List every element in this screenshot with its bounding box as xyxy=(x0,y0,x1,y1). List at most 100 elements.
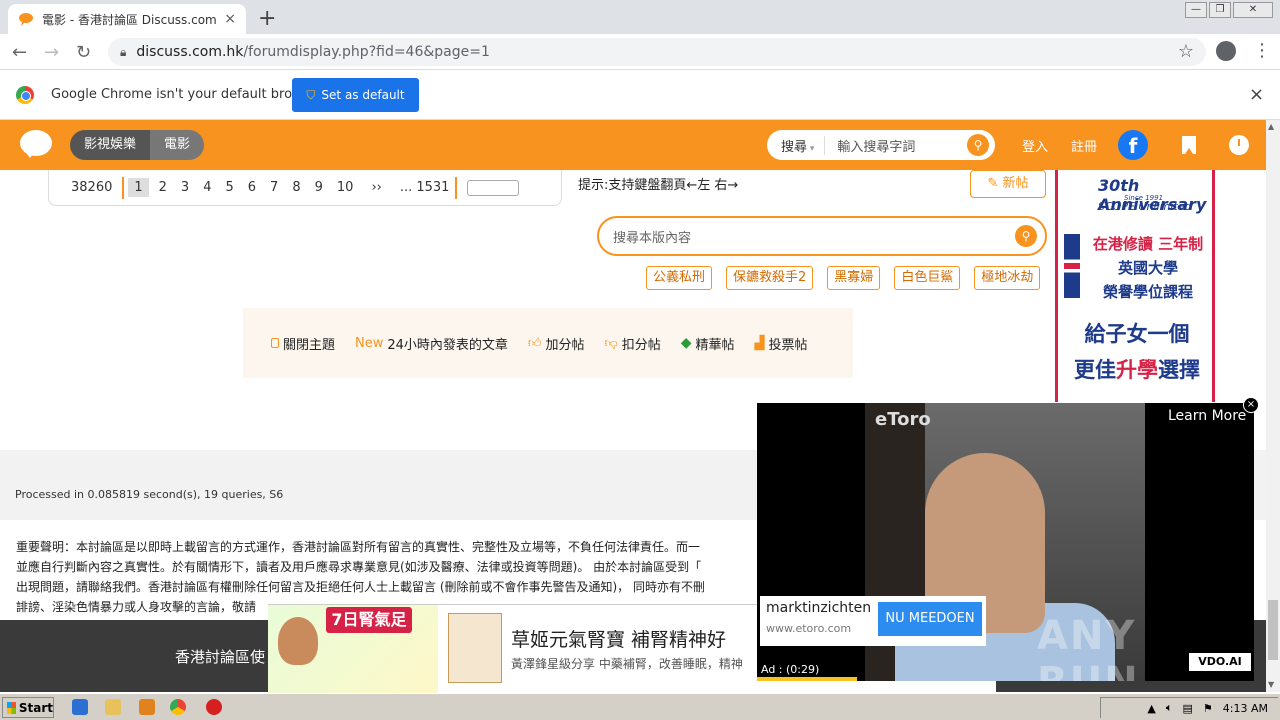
disclaimer-line: 重要聲明：本討論區是以即時上載留言的方式運作，香港討論區對所有留言的真實性、完整… xyxy=(16,540,701,554)
ad-text: 升學 xyxy=(1116,358,1158,382)
ad-text: 更佳 xyxy=(1074,358,1116,382)
security-app-icon[interactable] xyxy=(206,699,222,715)
forward-icon[interactable]: → xyxy=(44,42,59,63)
address-bar[interactable]: 🔒︎ discuss.com.hk/forumdisplay.php?fid=4… xyxy=(108,38,1206,66)
tag-link[interactable]: 極地冰劫 xyxy=(974,266,1041,290)
filter-plus[interactable]: 👍︎ 加分帖 xyxy=(528,334,585,353)
thumbs-down-icon: 👎︎ xyxy=(604,335,618,351)
page-link[interactable]: 3 xyxy=(181,180,189,195)
flag-icon[interactable]: ⚑ xyxy=(1203,702,1213,715)
video-close-icon[interactable]: × xyxy=(1243,397,1259,413)
ad-brand: SCOPE Unlimited xyxy=(1098,200,1192,213)
tab-close-icon[interactable]: × xyxy=(224,11,236,27)
page-scrollbar[interactable]: ▲ ▼ xyxy=(1266,120,1280,692)
disclaimer-line: 出現問題，請聯絡我們。香港討論區有權刪除任何留言及拒絕任何人士上載留言 (刪除前… xyxy=(16,580,705,594)
filter-digest[interactable]: ◆ 精華帖 xyxy=(681,334,735,353)
back-icon[interactable]: ← xyxy=(12,42,27,63)
thread-filter-bar: 關閉主題 New 24小時內發表的文章 👍︎ 加分帖 👎︎ 扣分帖 ◆ 精華帖 ▟ 投票帖 xyxy=(243,308,853,378)
chrome-taskbar-icon[interactable] xyxy=(170,699,186,715)
page-link[interactable]: 7 xyxy=(270,180,278,195)
browser-toolbar: ← → ↻ 🔒︎ discuss.com.hk/forumdisplay.php… xyxy=(0,34,1280,70)
profile-avatar-icon[interactable] xyxy=(1216,41,1236,61)
breadcrumb-entertainment[interactable]: 影視娛樂 xyxy=(70,130,151,160)
new-badge: New xyxy=(355,335,384,351)
windows-logo-icon xyxy=(7,701,16,714)
tag-link[interactable]: 保鑣救殺手2 xyxy=(726,266,814,290)
ad-card-title: marktinzichten xyxy=(766,600,872,616)
page-link[interactable]: 5 xyxy=(225,180,233,195)
etoro-logo: eToro xyxy=(875,409,931,430)
breadcrumb: 影視娛樂 電影 xyxy=(70,130,205,160)
folder-icon[interactable] xyxy=(105,699,121,715)
page-last[interactable]: ... 1531 xyxy=(400,180,450,195)
filter-poll[interactable]: ▟ 投票帖 xyxy=(755,334,808,353)
minimize-button[interactable]: — xyxy=(1185,2,1207,18)
page-link[interactable]: 8 xyxy=(292,180,300,195)
ad-card-url: www.etoro.com xyxy=(766,622,852,635)
board-search-input[interactable]: 搜尋本版內容 xyxy=(613,227,1015,246)
product-box-image xyxy=(448,613,502,683)
close-window-button[interactable]: ✕ xyxy=(1233,2,1273,18)
bookmark-icon[interactable] xyxy=(1182,136,1196,154)
filter-closed-label: 關閉主題 xyxy=(283,337,336,353)
page-link[interactable]: 6 xyxy=(248,180,256,195)
start-button[interactable]: Start xyxy=(2,697,54,718)
search-category-select[interactable]: 搜尋 xyxy=(767,135,826,155)
url-host: discuss.com.hk xyxy=(136,44,244,60)
media-player-icon[interactable] xyxy=(139,699,155,715)
scroll-down-icon[interactable]: ▼ xyxy=(1268,680,1274,689)
bookmark-star-icon[interactable]: ☆ xyxy=(1178,41,1194,62)
pencil-icon: ✎ xyxy=(987,176,999,191)
infobar-close-icon[interactable]: × xyxy=(1249,84,1264,105)
ad-line: 更佳升學選擇 xyxy=(1064,352,1210,388)
new-post-button[interactable]: ✎ 新帖 xyxy=(970,170,1046,198)
volume-icon[interactable]: 🔈︎ xyxy=(1166,701,1173,715)
tag-link[interactable]: 黑寡婦 xyxy=(827,266,881,290)
filter-minus[interactable]: 👎︎ 扣分帖 xyxy=(605,334,661,353)
filter-recent[interactable]: New 24小時內發表的文章 xyxy=(355,334,508,353)
page-link[interactable]: 9 xyxy=(315,180,323,195)
tray-expand-icon[interactable]: ▲ xyxy=(1147,702,1155,715)
scrollbar-thumb[interactable] xyxy=(1268,600,1278,660)
maximize-button[interactable]: ❐ xyxy=(1209,2,1231,18)
filter-closed[interactable]: 關閉主題 xyxy=(271,334,335,353)
side-banner-ad[interactable]: 30th Anniversary Since 1991 SCOPE Unlimi… xyxy=(1055,170,1215,402)
page-link[interactable]: 2 xyxy=(159,180,167,195)
facebook-icon[interactable]: f xyxy=(1118,130,1148,160)
page-link[interactable]: 10 xyxy=(337,180,354,195)
reload-icon[interactable]: ↻ xyxy=(76,42,91,63)
tag-link[interactable]: 白色巨鯊 xyxy=(894,266,961,290)
hot-tags: 公義私刑 保鑣救殺手2 黑寡婦 白色巨鯊 極地冰劫 xyxy=(646,266,1041,290)
learn-more-link[interactable]: Learn More xyxy=(1168,408,1246,424)
scroll-up-icon[interactable]: ▲ xyxy=(1268,122,1274,131)
ie-icon[interactable] xyxy=(72,699,88,715)
page-next[interactable]: ›› xyxy=(371,180,381,195)
breadcrumb-movies[interactable]: 電影 xyxy=(150,130,205,160)
browser-tab[interactable]: 電影 - 香港討論區 Discuss.com.hk - × xyxy=(8,4,246,34)
new-tab-button[interactable]: + xyxy=(258,6,276,31)
set-as-default-button[interactable]: ⛉ Set as default xyxy=(292,78,419,112)
lock-icon[interactable]: 🔒︎ xyxy=(120,45,126,60)
network-icon[interactable]: ▤ xyxy=(1183,702,1193,715)
board-search[interactable]: 搜尋本版內容 ⚲ xyxy=(597,216,1047,256)
history-clock-icon[interactable] xyxy=(1229,135,1249,155)
clock-time[interactable]: 4:13 AM xyxy=(1223,702,1268,715)
ad-card[interactable]: marktinzichten www.etoro.com NU MEEDOEN xyxy=(760,596,986,646)
login-link[interactable]: 登入 xyxy=(1022,136,1048,155)
new-post-label: 新帖 xyxy=(1002,176,1029,191)
page-jump-input[interactable] xyxy=(467,179,520,196)
register-link[interactable]: 註冊 xyxy=(1071,136,1097,155)
vdo-ai-logo[interactable]: VDO.AI xyxy=(1189,653,1251,671)
site-search-input[interactable]: 輸入搜尋字詞 xyxy=(825,136,967,155)
search-icon[interactable]: ⚲ xyxy=(967,134,989,156)
page-link[interactable]: 4 xyxy=(203,180,211,195)
video-ad-player[interactable]: eToro Learn More ANY RUN marktinzichten … xyxy=(757,403,1254,681)
chrome-menu-icon[interactable]: ⋮ xyxy=(1253,40,1271,61)
search-icon[interactable]: ⚲ xyxy=(1015,225,1037,247)
ad-cta-button[interactable]: NU MEEDOEN xyxy=(878,602,982,636)
pager-divider xyxy=(122,176,125,199)
system-tray: ▲ 🔈︎ ▤ ⚑ 4:13 AM xyxy=(1100,697,1278,718)
discuss-logo-icon[interactable] xyxy=(20,130,52,158)
ad-line: 英國大學 xyxy=(1117,259,1178,277)
tag-link[interactable]: 公義私刑 xyxy=(646,266,713,290)
